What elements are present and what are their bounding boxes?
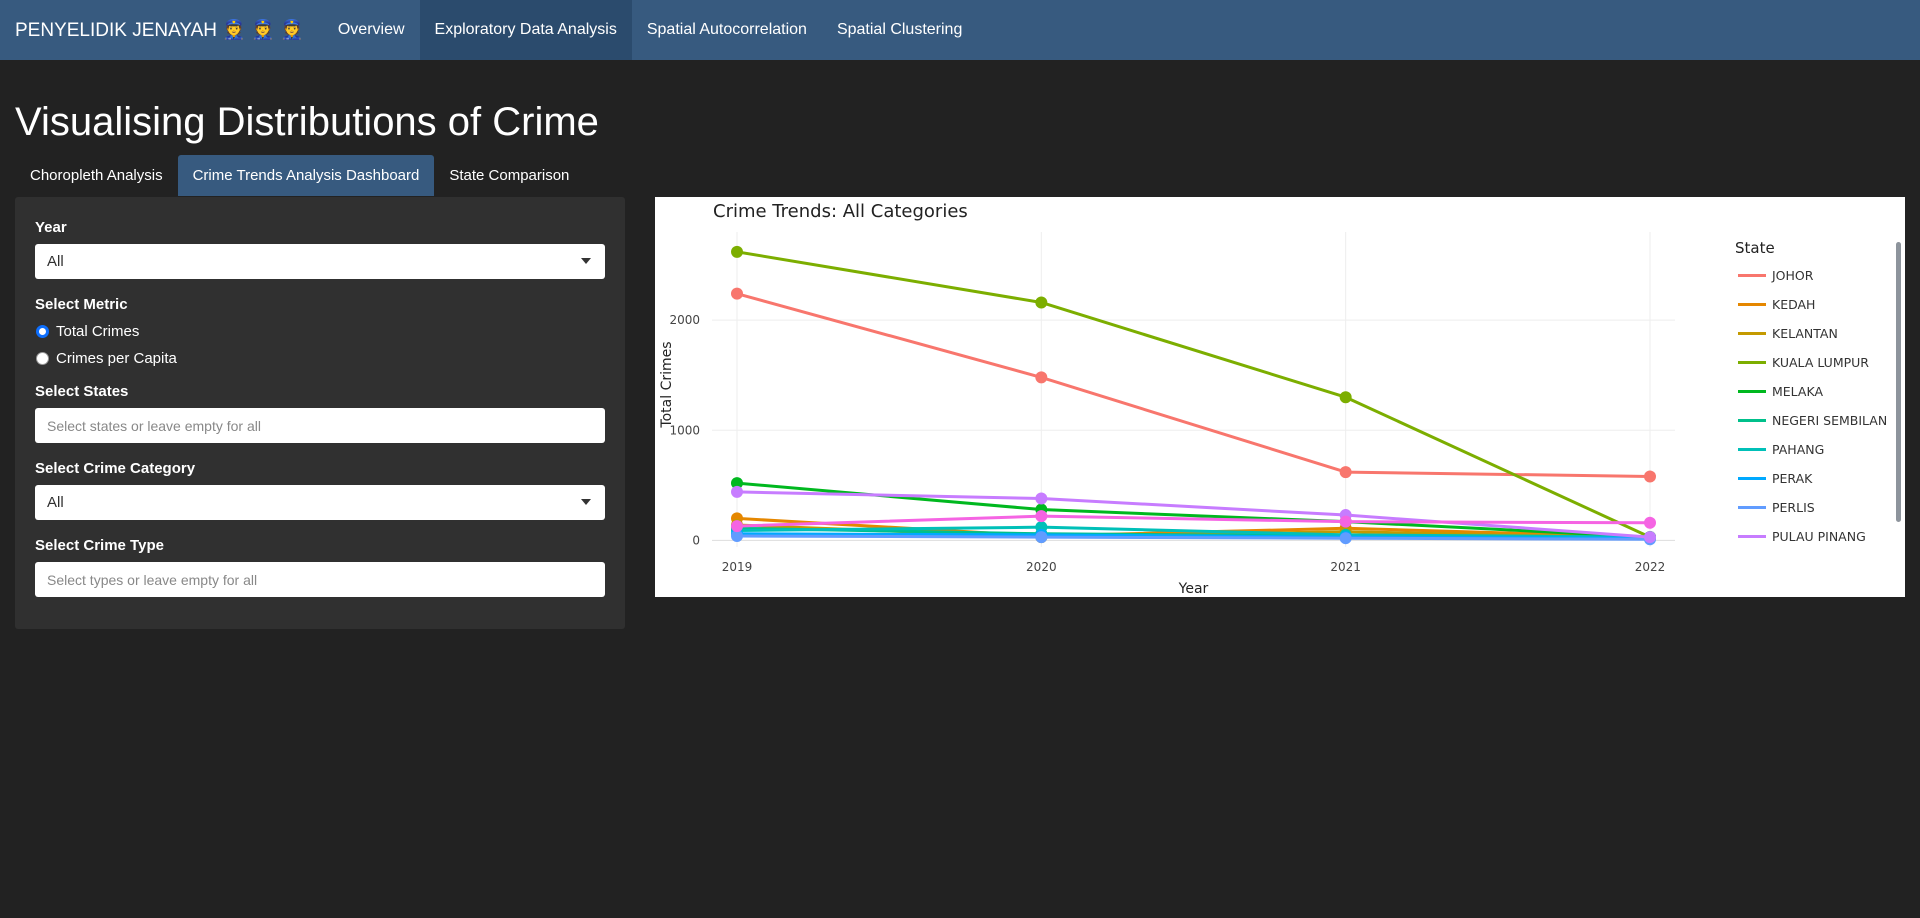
legend-swatch <box>1738 448 1766 451</box>
year-select-value: All <box>47 253 64 270</box>
nav-spatial-clustering[interactable]: Spatial Clustering <box>822 0 977 60</box>
legend-swatch <box>1738 361 1766 364</box>
nav-spatial-autocorrelation[interactable]: Spatial Autocorrelation <box>632 0 822 60</box>
metric-option-total-crimes[interactable]: Total Crimes <box>35 318 605 345</box>
crime-category-label: Select Crime Category <box>35 460 196 477</box>
legend-swatch <box>1738 274 1766 277</box>
chart-plot-area[interactable]: 0100020002019 2020 2021 2022YearTotal Crime… <box>655 197 1905 597</box>
crime-type-input[interactable] <box>35 562 605 597</box>
legend-label: PAHANG <box>1772 442 1825 457</box>
data-point[interactable] <box>1644 531 1656 544</box>
legend-label: KELANTAN <box>1772 326 1838 341</box>
legend-label: JOHOR <box>1772 268 1814 283</box>
x-tick-label: 2022 <box>1635 560 1666 574</box>
series-line[interactable] <box>736 514 1651 528</box>
crime-trends-chart: Crime Trends: All Categories 0 1000 2000 20… <box>655 197 1905 597</box>
metric-option-label: Crimes per Capita <box>56 350 177 367</box>
legend-item[interactable]: MELAKA <box>1732 377 1892 406</box>
legend-item[interactable]: KELANTAN <box>1732 319 1892 348</box>
chevron-down-icon <box>581 499 591 505</box>
x-axis-title: Year <box>1178 581 1209 597</box>
legend-item[interactable]: KEDAH <box>1732 290 1892 319</box>
tab-state-comparison[interactable]: State Comparison <box>434 155 584 196</box>
legend-label: PULAU PINANG <box>1772 529 1866 544</box>
nav-exploratory-data-analysis[interactable]: Exploratory Data Analysis <box>419 0 632 60</box>
x-tick-label: 2019 <box>722 560 753 574</box>
y-tick-label: 2000 <box>669 313 700 327</box>
year-select[interactable]: All <box>35 244 605 279</box>
data-point[interactable] <box>731 520 743 533</box>
legend-swatch <box>1738 332 1766 335</box>
chevron-down-icon <box>581 258 591 264</box>
data-point[interactable] <box>1339 515 1352 528</box>
legend-label: KUALA LUMPUR <box>1772 355 1869 370</box>
x-tick-label: 2021 <box>1330 560 1361 574</box>
data-point[interactable] <box>731 485 743 498</box>
year-label: Year <box>35 219 67 236</box>
legend-swatch <box>1738 477 1766 480</box>
app-brand[interactable]: PENYELIDIK JENAYAH 👮 👮 👮 <box>15 18 304 42</box>
top-navbar: PENYELIDIK JENAYAH 👮 👮 👮 Overview Explor… <box>0 0 1920 60</box>
crime-category-select[interactable]: All <box>35 485 605 520</box>
states-input[interactable] <box>35 408 605 443</box>
legend-item[interactable]: NEGERI SEMBILAN <box>1732 406 1892 435</box>
legend-swatch <box>1738 390 1766 393</box>
data-point[interactable] <box>1035 296 1048 309</box>
states-label: Select States <box>35 383 129 400</box>
series-line[interactable] <box>736 292 1651 479</box>
legend-scrollbar[interactable] <box>1896 242 1901 522</box>
legend-item[interactable]: PERAK <box>1732 464 1892 493</box>
legend-swatch <box>1738 303 1766 306</box>
radio-checked-icon[interactable] <box>36 325 49 338</box>
data-point[interactable] <box>1339 391 1352 404</box>
data-point[interactable] <box>1644 516 1656 529</box>
data-point[interactable] <box>1035 371 1048 384</box>
data-point[interactable] <box>731 287 743 300</box>
legend-swatch <box>1738 535 1766 538</box>
x-tick-label: 2020 <box>1026 560 1057 574</box>
analysis-tabs: Choropleth Analysis Crime Trends Analysi… <box>15 155 584 196</box>
tab-choropleth-analysis[interactable]: Choropleth Analysis <box>15 155 178 196</box>
legend-label: PERLIS <box>1772 500 1815 515</box>
legend-item[interactable]: PERLIS <box>1732 493 1892 522</box>
data-point[interactable] <box>1644 470 1656 483</box>
legend-title: State <box>1735 239 1775 257</box>
radio-unchecked-icon[interactable] <box>36 352 49 365</box>
legend-label: NEGERI SEMBILAN <box>1772 413 1888 428</box>
legend-item[interactable]: PAHANG <box>1732 435 1892 464</box>
legend-label: KEDAH <box>1772 297 1816 312</box>
nav-overview[interactable]: Overview <box>323 0 420 60</box>
data-point[interactable] <box>1339 532 1352 545</box>
legend-label: MELAKA <box>1772 384 1824 399</box>
legend-item[interactable]: JOHOR <box>1732 261 1892 290</box>
metric-radio-group: Total Crimes Crimes per Capita <box>35 318 605 372</box>
metric-label: Select Metric <box>35 296 128 313</box>
legend-item[interactable]: KUALA LUMPUR <box>1732 348 1892 377</box>
legend-swatch <box>1738 419 1766 422</box>
data-point[interactable] <box>1035 492 1048 505</box>
filter-sidebar: Year All Select Metric Total Crimes Crim… <box>15 197 625 629</box>
metric-option-crimes-per-capita[interactable]: Crimes per Capita <box>35 345 605 372</box>
legend-item[interactable]: PULAU PINANG <box>1732 522 1892 551</box>
metric-option-label: Total Crimes <box>56 323 140 340</box>
data-point[interactable] <box>1339 466 1352 479</box>
data-point[interactable] <box>731 245 743 258</box>
tab-crime-trends-dashboard[interactable]: Crime Trends Analysis Dashboard <box>177 155 435 196</box>
data-point[interactable] <box>1035 510 1048 523</box>
page-title: Visualising Distributions of Crime <box>15 100 599 144</box>
crime-type-label: Select Crime Type <box>35 537 164 554</box>
crime-category-value: All <box>47 494 64 511</box>
y-axis-title: Total Crimes <box>659 341 675 428</box>
data-point[interactable] <box>1035 531 1048 544</box>
legend-item[interactable]: SELANGOR <box>1732 551 1892 557</box>
y-tick-label: 0 <box>692 533 700 547</box>
legend-swatch <box>1738 506 1766 509</box>
legend-label: PERAK <box>1772 471 1813 486</box>
chart-legend: State JOHOR KEDAH KELANTAN KUALA LUMPUR MELA… <box>1732 239 1892 557</box>
